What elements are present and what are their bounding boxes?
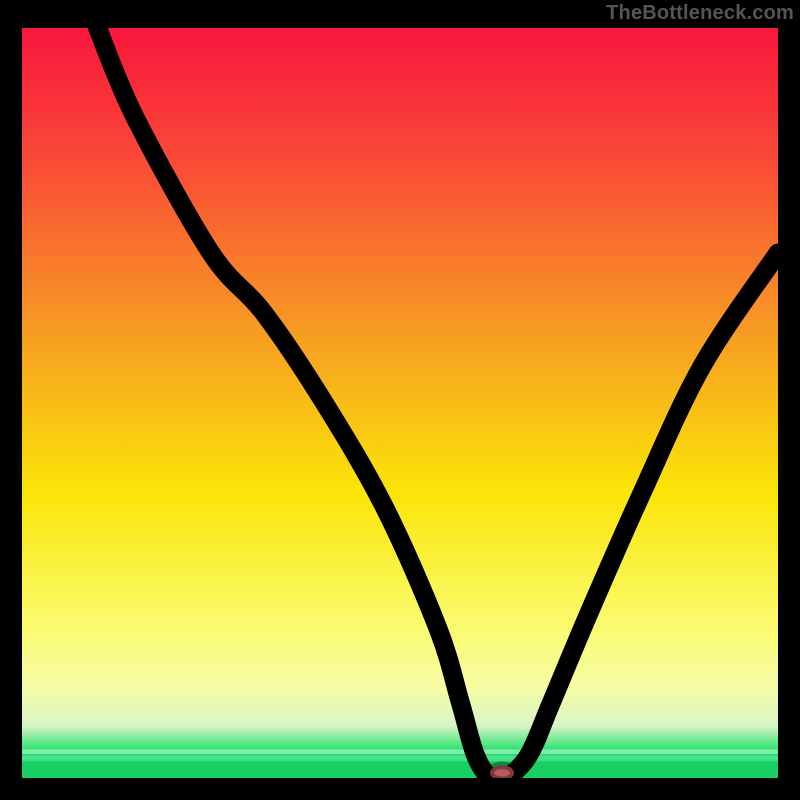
watermark-text: TheBottleneck.com xyxy=(606,2,794,25)
green-band-3 xyxy=(22,762,778,778)
chart-frame: TheBottleneck.com xyxy=(0,0,800,800)
optimal-marker xyxy=(490,765,514,778)
green-band-2 xyxy=(22,756,778,761)
gradient-background xyxy=(22,28,778,778)
plot-svg xyxy=(22,28,778,778)
plot-area xyxy=(20,26,780,780)
green-band-1 xyxy=(22,750,778,754)
